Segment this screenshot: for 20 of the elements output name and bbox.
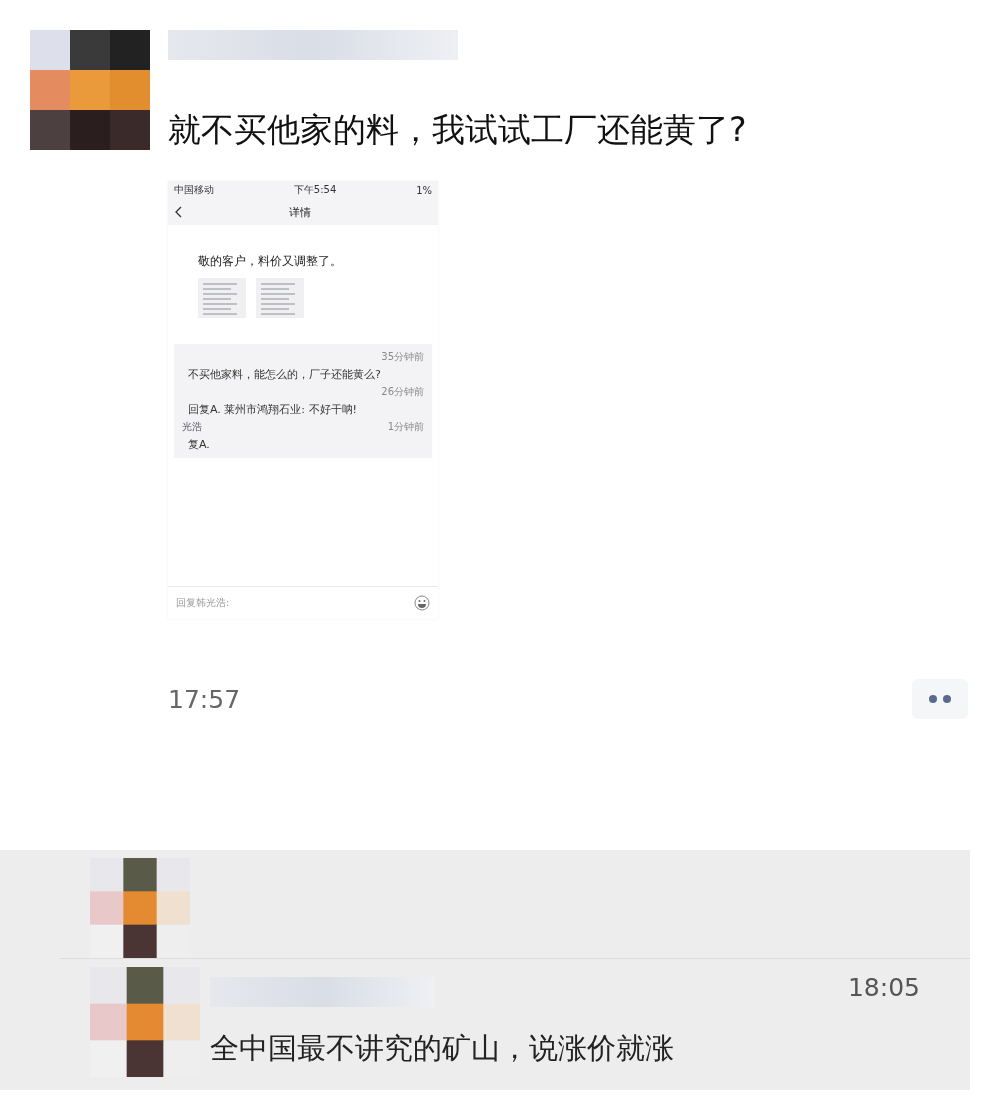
page-title: 详情 — [288, 204, 312, 220]
clock-text: 下午5:54 — [293, 183, 337, 197]
post-text: 敬的客户，料价又调整了。 — [198, 253, 343, 270]
comment-text: 全中国最不讲究的矿山，说涨价就涨 — [210, 1030, 675, 1067]
post-text: 就不买他家的料，我试试工厂还能黄了? — [168, 109, 748, 151]
comment-time: 18:05 — [847, 972, 920, 1002]
emoji-icon[interactable] — [414, 595, 430, 611]
comment-time: 1分钟前 — [387, 420, 424, 434]
carrier-text: 中国移动 — [174, 183, 214, 197]
comment-text: 复A. — [187, 437, 211, 452]
comment-time: 35分钟前 — [381, 350, 424, 364]
back-icon — [174, 206, 182, 218]
more-button[interactable] — [912, 679, 968, 719]
comment-time: 26分钟前 — [381, 385, 424, 399]
post-time: 17:57 — [168, 684, 241, 714]
battery-text: 1% — [416, 184, 432, 196]
comment-text: 不买他家料，能怎么的，厂子还能黄么? — [187, 367, 382, 382]
reply-field[interactable]: 回复韩光浩: — [176, 596, 230, 610]
commenter-name: 光浩 — [182, 420, 202, 434]
comment-text: 回复A. 莱州市鸿翔石业: 不好干呐! — [187, 402, 358, 417]
